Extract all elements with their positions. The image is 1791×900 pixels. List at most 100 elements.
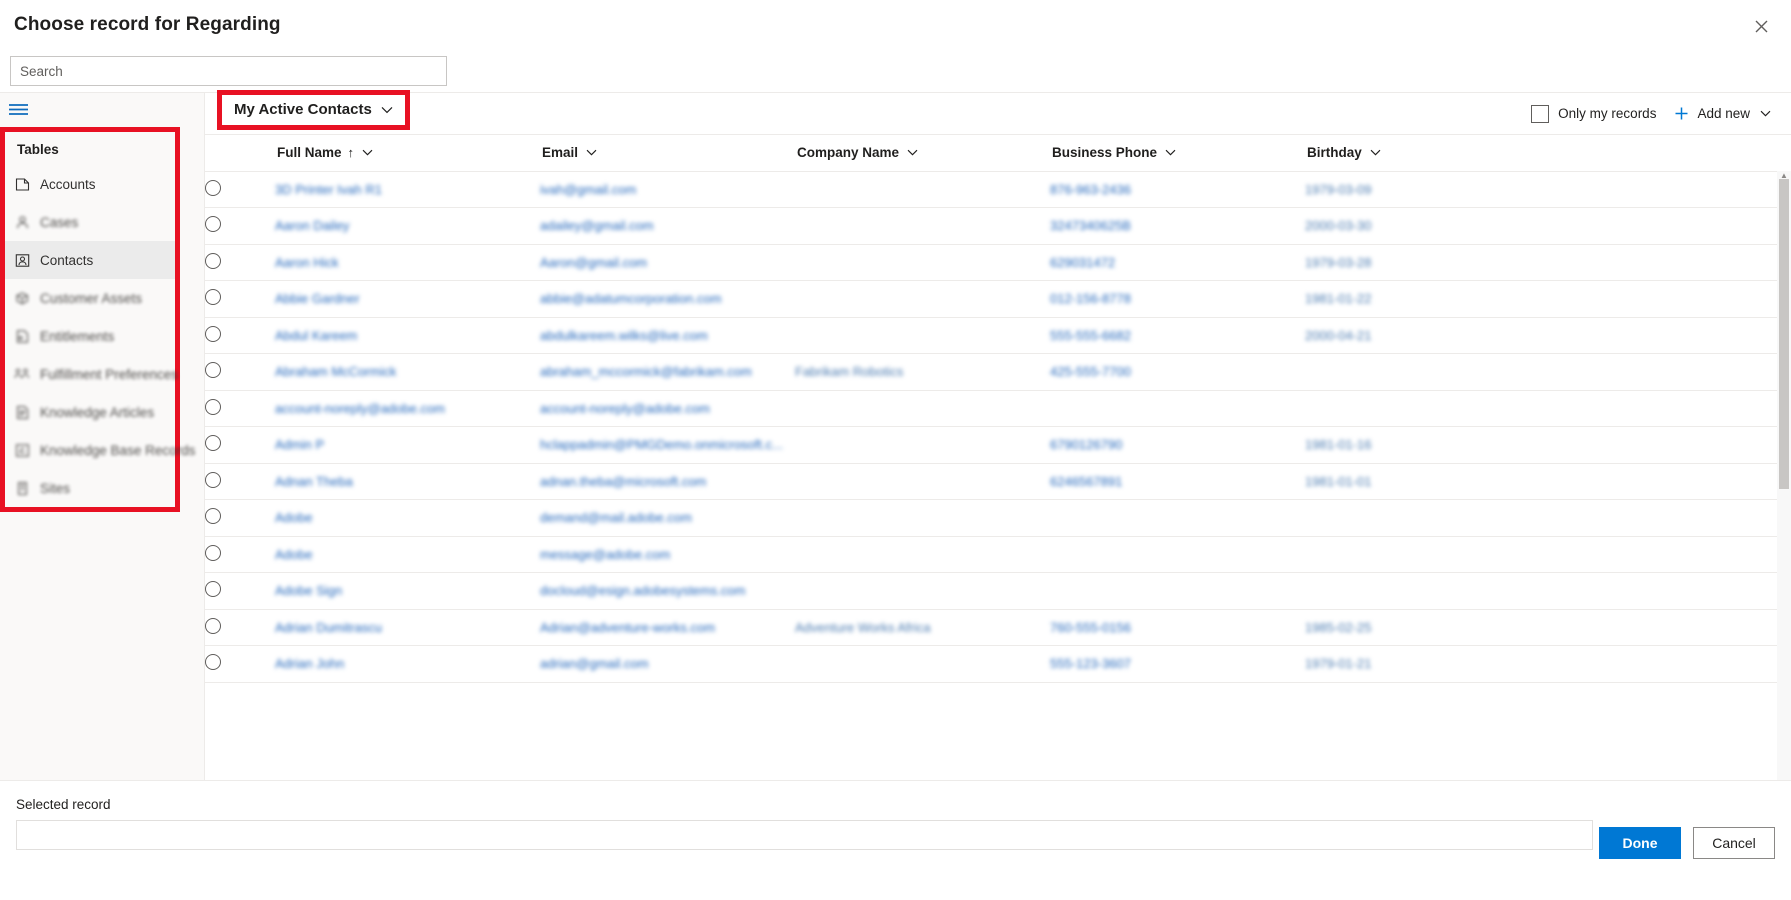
close-icon[interactable] bbox=[1745, 10, 1777, 42]
cell-company bbox=[795, 499, 1050, 537]
cell-birthday bbox=[1305, 536, 1535, 573]
table-row[interactable]: Abraham McCormick abraham_mccormick@fabri… bbox=[205, 353, 1791, 391]
row-select-cell[interactable] bbox=[205, 463, 275, 500]
sidebar-item-knowledge-base-records[interactable]: Knowledge Base Records bbox=[5, 431, 195, 469]
row-select-cell[interactable] bbox=[205, 317, 275, 354]
sidebar-item-fulfillment-preferences[interactable]: Fulfillment Preferences bbox=[5, 355, 178, 393]
chevron-down-icon bbox=[907, 149, 918, 156]
row-select-cell[interactable] bbox=[205, 499, 275, 537]
cell-fullname[interactable]: Abbie Gardner bbox=[275, 280, 540, 318]
cell-text: Adventure Works Africa bbox=[795, 619, 931, 635]
table-row[interactable]: Aaron Dailey adailey@gmail.com 3247340625B… bbox=[205, 207, 1791, 245]
cell-fullname[interactable]: Adnan Theba bbox=[275, 463, 540, 500]
row-radio-button[interactable] bbox=[205, 508, 221, 525]
row-select-cell[interactable] bbox=[205, 353, 275, 391]
row-radio-button[interactable] bbox=[205, 252, 221, 269]
cell-fullname[interactable]: Abdul Kareem bbox=[275, 317, 540, 354]
only-my-records-checkbox[interactable]: Only my records bbox=[1531, 104, 1656, 123]
column-header-birthday[interactable]: Birthday bbox=[1305, 135, 1535, 172]
cell-text: 876-963-2436 bbox=[1050, 181, 1131, 197]
cell-fullname[interactable]: Aaron Dailey bbox=[275, 207, 540, 245]
cell-email: abbie@adatumcorporation.com bbox=[540, 280, 795, 318]
row-select-cell[interactable] bbox=[205, 536, 275, 573]
row-radio-button[interactable] bbox=[205, 362, 221, 379]
selected-record-input[interactable] bbox=[16, 820, 1593, 850]
sidebar-item-sites[interactable]: Sites bbox=[5, 469, 175, 507]
row-select-cell[interactable] bbox=[205, 244, 275, 281]
cell-fullname[interactable]: Adrian John bbox=[275, 645, 540, 683]
column-label: Email bbox=[542, 145, 579, 161]
table-row[interactable]: 3D Printer Ivah R1 ivah@gmail.com 876-963-… bbox=[205, 171, 1791, 208]
row-radio-button[interactable] bbox=[205, 654, 221, 671]
column-header-phone[interactable]: Business Phone bbox=[1050, 135, 1305, 172]
sidebar-item-contacts[interactable]: Contacts bbox=[5, 241, 175, 279]
table-row[interactable]: Adrian Dumitrascu Adrian@adventure-works.… bbox=[205, 609, 1791, 646]
sidebar-item-entitlements[interactable]: Entitlements bbox=[5, 317, 175, 355]
row-select-cell[interactable] bbox=[205, 171, 275, 208]
view-selector[interactable]: My Active Contacts bbox=[217, 90, 410, 130]
table-row[interactable]: Aaron Hick Aaron@gmail.com 629031472 1979-0… bbox=[205, 244, 1791, 281]
table-row[interactable]: Admin P hclappadmin@PMGDemo.onmicrosoft.c… bbox=[205, 426, 1791, 464]
sidebar-item-customer-assets[interactable]: Customer Assets bbox=[5, 279, 175, 317]
hamburger-icon[interactable] bbox=[0, 93, 204, 125]
cell-text: abdulkareem.wilks@live.com bbox=[540, 327, 708, 343]
column-header-company[interactable]: Company Name bbox=[795, 135, 1050, 172]
cell-fullname[interactable]: Adobe bbox=[275, 536, 540, 573]
cell-text: 1985-02-25 bbox=[1305, 619, 1372, 635]
done-button[interactable]: Done bbox=[1599, 827, 1681, 859]
row-select-cell[interactable] bbox=[205, 280, 275, 318]
cell-fullname[interactable]: account-noreply@adobe.com bbox=[275, 390, 540, 427]
cell-phone: 760-555-0156 bbox=[1050, 609, 1305, 646]
sidebar-item-knowledge-articles[interactable]: Knowledge Articles bbox=[5, 393, 175, 431]
scrollbar-thumb[interactable] bbox=[1779, 179, 1789, 489]
scroll-up-arrow[interactable]: ▲ bbox=[1777, 171, 1791, 180]
table-row[interactable]: account-noreply@adobe.com account-noreply… bbox=[205, 390, 1791, 427]
table-row[interactable]: Adobe demand@mail.adobe.com bbox=[205, 499, 1791, 537]
cell-email: adailey@gmail.com bbox=[540, 207, 795, 245]
row-radio-button[interactable] bbox=[205, 544, 221, 561]
table-row[interactable]: Adrian John adrian@gmail.com 555-123-3607 1… bbox=[205, 645, 1791, 683]
tables-sidebar: Tables Accounts Cases Contacts Customer … bbox=[0, 93, 205, 780]
column-header-email[interactable]: Email bbox=[540, 135, 795, 172]
table-row[interactable]: Adobe Sign docloud@esign.adobesystems.com bbox=[205, 572, 1791, 610]
vertical-scrollbar[interactable]: ▲ bbox=[1777, 171, 1791, 780]
table-row[interactable]: Abdul Kareem abdulkareem.wilks@live.com 55… bbox=[205, 317, 1791, 354]
row-select-cell[interactable] bbox=[205, 207, 275, 245]
sidebar-item-accounts[interactable]: Accounts bbox=[5, 165, 175, 203]
search-input[interactable] bbox=[10, 56, 447, 86]
cancel-button[interactable]: Cancel bbox=[1693, 827, 1775, 859]
cell-fullname[interactable]: 3D Printer Ivah R1 bbox=[275, 171, 540, 208]
row-radio-button[interactable] bbox=[205, 617, 221, 634]
add-new-button[interactable]: Add new bbox=[1674, 106, 1771, 121]
cell-text: demand@mail.adobe.com bbox=[540, 510, 692, 526]
cell-fullname[interactable]: Aaron Hick bbox=[275, 244, 540, 281]
row-radio-button[interactable] bbox=[205, 471, 221, 488]
row-radio-button[interactable] bbox=[205, 289, 221, 306]
cell-fullname[interactable]: Admin P bbox=[275, 426, 540, 464]
cell-birthday: 1979-03-28 bbox=[1305, 244, 1535, 281]
row-radio-button[interactable] bbox=[205, 325, 221, 342]
row-select-cell[interactable] bbox=[205, 609, 275, 646]
cell-text: account-noreply@adobe.com bbox=[540, 400, 711, 416]
cell-phone: 555-123-3607 bbox=[1050, 645, 1305, 683]
cell-fullname[interactable]: Abraham McCormick bbox=[275, 353, 540, 391]
table-row[interactable]: Adobe message@adobe.com bbox=[205, 536, 1791, 573]
sidebar-item-cases[interactable]: Cases bbox=[5, 203, 175, 241]
table-row[interactable]: Adnan Theba adnan.theba@microsoft.com 6246… bbox=[205, 463, 1791, 500]
row-select-cell[interactable] bbox=[205, 572, 275, 610]
records-table-scroll: Full Name ↑ Email Company Name Business … bbox=[205, 135, 1791, 780]
row-radio-button[interactable] bbox=[205, 179, 221, 196]
row-radio-button[interactable] bbox=[205, 435, 221, 452]
row-select-cell[interactable] bbox=[205, 645, 275, 683]
row-select-cell[interactable] bbox=[205, 390, 275, 427]
row-radio-button[interactable] bbox=[205, 216, 221, 233]
column-header-fullname[interactable]: Full Name ↑ bbox=[275, 135, 540, 172]
row-radio-button[interactable] bbox=[205, 581, 221, 598]
table-row[interactable]: Abbie Gardner abbie@adatumcorporation.com… bbox=[205, 280, 1791, 318]
dialog-body: Tables Accounts Cases Contacts Customer … bbox=[0, 90, 1791, 780]
cell-fullname[interactable]: Adrian Dumitrascu bbox=[275, 609, 540, 646]
cell-fullname[interactable]: Adobe bbox=[275, 499, 540, 537]
cell-fullname[interactable]: Adobe Sign bbox=[275, 572, 540, 610]
row-radio-button[interactable] bbox=[205, 398, 221, 415]
row-select-cell[interactable] bbox=[205, 426, 275, 464]
